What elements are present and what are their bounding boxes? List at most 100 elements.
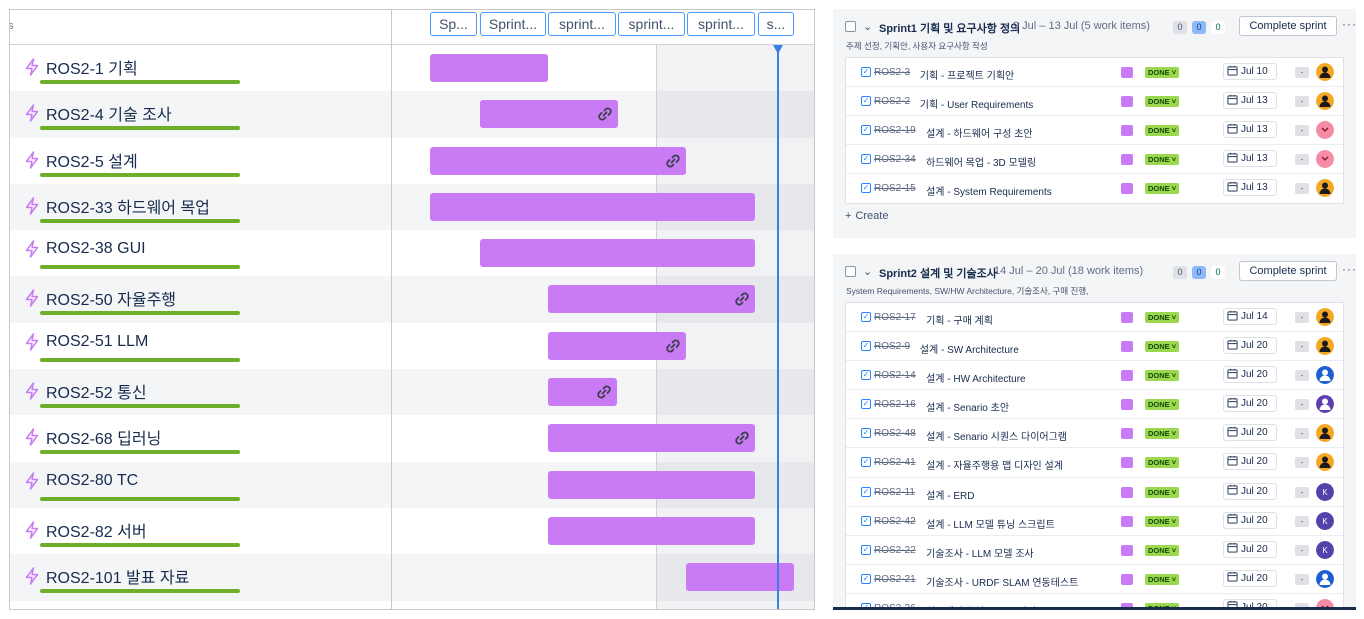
estimate-placeholder[interactable]: - bbox=[1295, 312, 1309, 323]
issue-key[interactable]: ROS2-9 bbox=[874, 341, 910, 352]
estimate-placeholder[interactable]: - bbox=[1295, 154, 1309, 166]
horizontal-scrollbar[interactable] bbox=[833, 607, 1356, 610]
sprint-tab-1[interactable]: Sp... bbox=[430, 12, 477, 36]
more-actions-icon[interactable]: ··· bbox=[1342, 262, 1356, 276]
status-badge[interactable]: DONE ˅ bbox=[1145, 515, 1180, 527]
link-icon[interactable] bbox=[733, 429, 751, 447]
checkbox-icon[interactable]: ✓ bbox=[861, 428, 871, 439]
estimate-placeholder[interactable]: - bbox=[1295, 544, 1309, 556]
status-badge[interactable]: DONE ˅ bbox=[1145, 370, 1180, 382]
chevron-down-icon[interactable]: ⌄ bbox=[863, 265, 872, 278]
epic-item[interactable]: ROS2-50 자율주행 bbox=[24, 286, 176, 310]
issue-summary[interactable]: 설계 - ERD bbox=[926, 487, 974, 502]
assignee-avatar[interactable] bbox=[1316, 308, 1334, 326]
epic-item[interactable]: ROS2-5 설계 bbox=[24, 148, 138, 172]
estimate-placeholder[interactable]: - bbox=[1295, 486, 1309, 498]
checkbox-icon[interactable]: ✓ bbox=[861, 457, 871, 468]
assignee-avatar[interactable] bbox=[1316, 92, 1334, 111]
chevron-down-icon[interactable]: ⌄ bbox=[863, 20, 872, 33]
issue-row[interactable]: ✓ ROS2-16 설계 - Senario 초안 DONE ˅ Jul 20 … bbox=[846, 390, 1343, 420]
issue-key[interactable]: ROS2-42 bbox=[874, 516, 916, 527]
sprint-select-checkbox[interactable] bbox=[845, 266, 856, 277]
estimate-placeholder[interactable]: - bbox=[1295, 370, 1309, 382]
issue-summary[interactable]: 설계 - 하드웨어 구성 초안 bbox=[926, 125, 1032, 140]
issue-key[interactable]: ROS2-17 bbox=[874, 312, 916, 323]
issue-summary[interactable]: 설계 - Senario 시퀀스 다이어그램 bbox=[926, 428, 1067, 443]
checkbox-icon[interactable]: ✓ bbox=[861, 312, 871, 322]
assignee-avatar[interactable]: K bbox=[1316, 540, 1334, 559]
checkbox-icon[interactable]: ✓ bbox=[861, 341, 871, 352]
issue-key[interactable]: ROS2-21 bbox=[874, 574, 916, 585]
due-date-field[interactable]: Jul 13 bbox=[1223, 150, 1277, 168]
issue-key[interactable]: ROS2-22 bbox=[874, 545, 916, 556]
estimate-placeholder[interactable]: - bbox=[1295, 457, 1309, 469]
sprint-name[interactable]: Sprint1 기획 및 요구사항 정의 bbox=[879, 20, 1020, 36]
due-date-field[interactable]: Jul 20 bbox=[1223, 511, 1277, 529]
epic-timeline-bar[interactable] bbox=[480, 239, 755, 268]
issue-key[interactable]: ROS2-11 bbox=[874, 487, 915, 498]
issue-row[interactable]: ✓ ROS2-11 설계 - ERD DONE ˅ Jul 20 - K bbox=[846, 478, 1343, 507]
epic-color-chip[interactable] bbox=[1121, 67, 1133, 78]
epic-color-chip[interactable] bbox=[1121, 544, 1133, 556]
due-date-field[interactable]: Jul 20 bbox=[1223, 482, 1277, 500]
link-icon[interactable] bbox=[733, 290, 751, 308]
estimate-placeholder[interactable]: - bbox=[1295, 67, 1309, 78]
issue-row[interactable]: ✓ ROS2-14 설계 - HW Architecture DONE ˅ Ju… bbox=[846, 361, 1343, 391]
estimate-placeholder[interactable]: - bbox=[1295, 573, 1309, 585]
issue-summary[interactable]: 설계 - Senario 초안 bbox=[926, 399, 1009, 414]
epic-color-chip[interactable] bbox=[1121, 399, 1133, 411]
due-date-field[interactable]: Jul 10 bbox=[1223, 63, 1277, 80]
status-badge[interactable]: DONE ˅ bbox=[1145, 125, 1180, 137]
epic-item[interactable]: ROS2-52 통신 bbox=[24, 379, 147, 403]
epic-color-chip[interactable] bbox=[1121, 573, 1133, 585]
checkbox-icon[interactable]: ✓ bbox=[861, 399, 871, 410]
due-date-field[interactable]: Jul 20 bbox=[1223, 337, 1277, 355]
assignee-avatar[interactable]: K bbox=[1316, 482, 1334, 501]
epic-color-chip[interactable] bbox=[1121, 457, 1133, 469]
issue-row[interactable]: ✓ ROS2-34 하드웨어 목업 - 3D 모델링 DONE ˅ Jul 13… bbox=[846, 145, 1343, 175]
epic-color-chip[interactable] bbox=[1121, 312, 1133, 323]
assignee-avatar[interactable] bbox=[1316, 179, 1334, 198]
complete-sprint-button[interactable]: Complete sprint bbox=[1239, 261, 1337, 281]
complete-sprint-button[interactable]: Complete sprint bbox=[1239, 16, 1337, 36]
sprint-tab-2[interactable]: Sprint... bbox=[480, 12, 546, 36]
checkbox-icon[interactable]: ✓ bbox=[861, 67, 871, 77]
sprint-tab-3[interactable]: sprint... bbox=[548, 12, 616, 36]
status-badge[interactable]: DONE ˅ bbox=[1145, 486, 1180, 498]
issue-key[interactable]: ROS2-14 bbox=[874, 370, 916, 381]
epic-color-chip[interactable] bbox=[1121, 96, 1133, 108]
issue-row[interactable]: ✓ ROS2-21 기술조사 - URDF SLAM 연동테스트 DONE ˅ … bbox=[846, 565, 1343, 594]
assignee-avatar[interactable] bbox=[1316, 569, 1334, 588]
create-issue-button[interactable]: + Create bbox=[845, 210, 888, 222]
checkbox-icon[interactable]: ✓ bbox=[861, 486, 871, 497]
due-date-field[interactable]: Jul 20 bbox=[1223, 366, 1277, 384]
issue-summary[interactable]: 기획 - 구매 계획 bbox=[926, 312, 993, 327]
issue-key[interactable]: ROS2-41 bbox=[874, 457, 916, 468]
epic-item[interactable]: ROS2-80 TC bbox=[24, 472, 138, 490]
epic-timeline-bar[interactable] bbox=[430, 146, 686, 175]
epic-color-chip[interactable] bbox=[1121, 370, 1133, 382]
epic-item[interactable]: ROS2-1 기획 bbox=[24, 55, 138, 79]
sprint-select-checkbox[interactable] bbox=[845, 21, 856, 32]
assignee-avatar[interactable] bbox=[1316, 63, 1334, 81]
issue-summary[interactable]: 기술조사 - LLM 모델 조사 bbox=[926, 545, 1034, 560]
estimate-placeholder[interactable]: - bbox=[1295, 515, 1309, 527]
status-badge[interactable]: DONE ˅ bbox=[1145, 67, 1180, 78]
epic-timeline-bar[interactable] bbox=[430, 192, 755, 221]
issue-key[interactable]: ROS2-19 bbox=[874, 125, 916, 136]
due-date-field[interactable]: Jul 20 bbox=[1223, 453, 1277, 471]
epic-item[interactable]: ROS2-33 하드웨어 목업 bbox=[24, 194, 210, 218]
issue-row[interactable]: ✓ ROS2-3 기획 - 프로젝트 기획안 DONE ˅ Jul 10 - bbox=[846, 58, 1343, 88]
epic-item[interactable]: ROS2-82 서버 bbox=[24, 518, 147, 542]
due-date-field[interactable]: Jul 20 bbox=[1223, 424, 1277, 442]
epic-item[interactable]: ROS2-101 발표 자료 bbox=[24, 564, 189, 588]
issue-row[interactable]: ✓ ROS2-22 기술조사 - LLM 모델 조사 DONE ˅ Jul 20… bbox=[846, 536, 1343, 565]
assignee-avatar[interactable] bbox=[1316, 150, 1334, 169]
sprint-name[interactable]: Sprint2 설계 및 기술조사 bbox=[879, 265, 997, 281]
status-badge[interactable]: DONE ˅ bbox=[1145, 154, 1180, 166]
issue-row[interactable]: ✓ ROS2-17 기획 - 구매 계획 DONE ˅ Jul 14 - bbox=[846, 303, 1343, 333]
due-date-field[interactable]: Jul 13 bbox=[1223, 179, 1277, 197]
estimate-placeholder[interactable]: - bbox=[1295, 341, 1309, 353]
link-icon[interactable] bbox=[595, 383, 613, 401]
issue-key[interactable]: ROS2-34 bbox=[874, 154, 916, 165]
